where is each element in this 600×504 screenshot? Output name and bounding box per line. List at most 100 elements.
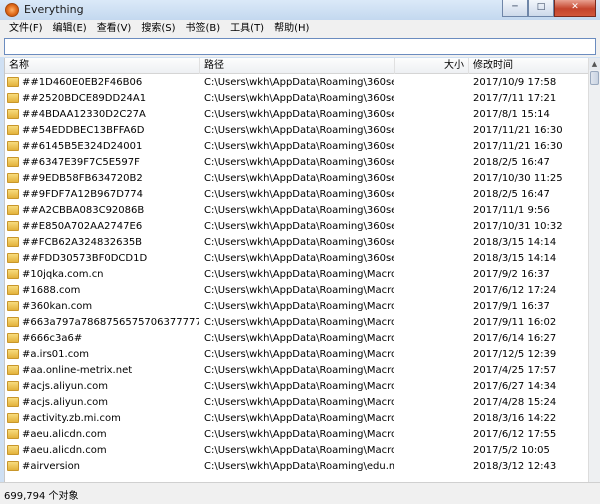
result-name-text: #aa.online-metrix.net: [22, 365, 133, 376]
result-name-text: ##9EDB58FB634720B2: [22, 173, 143, 184]
column-header: 名称 路径 大小 修改时间: [5, 58, 589, 74]
result-row[interactable]: ##2520BDCE89DD24A1 C:\Users\wkh\AppData\R…: [5, 91, 589, 107]
folder-icon: [7, 301, 19, 311]
result-modified: 2017/11/21 16:30: [473, 141, 563, 152]
result-row[interactable]: ##FCB62A324832635B C:\Users\wkh\AppData\R…: [5, 235, 589, 251]
result-row[interactable]: ##54EDDBEC13BFFA6D C:\Users\wkh\AppData\R…: [5, 123, 589, 139]
result-row[interactable]: ##9EDB58FB634720B2 C:\Users\wkh\AppData\R…: [5, 171, 589, 187]
result-modified: 2017/6/12 17:24: [473, 285, 557, 296]
result-modified: 2018/3/12 12:43: [473, 461, 557, 472]
result-modified: 2017/6/27 14:34: [473, 381, 557, 392]
result-modified: 2017/11/1 9:56: [473, 205, 550, 216]
result-name: #aeu.alicdn.com: [7, 427, 199, 443]
result-name-text: #360kan.com: [22, 301, 93, 312]
result-row[interactable]: #aeu.alicdn.com C:\Users\wkh\AppData\Roam…: [5, 427, 589, 443]
menu-search[interactable]: 搜索(S): [136, 20, 180, 37]
result-row[interactable]: #a.irs01.com C:\Users\wkh\AppData\Roaming…: [5, 347, 589, 363]
result-name-text: #663a797a78687565757063777772...: [22, 317, 199, 328]
result-modified: 2017/11/21 16:30: [473, 125, 563, 136]
result-row[interactable]: #activity.zb.mi.com C:\Users\wkh\AppData\…: [5, 411, 589, 427]
result-row[interactable]: ##E850A702AA2747E6 C:\Users\wkh\AppData\R…: [5, 219, 589, 235]
result-name-text: #airversion: [22, 461, 81, 472]
result-path: C:\Users\wkh\AppData\Roaming\360se6...: [204, 141, 394, 152]
result-row[interactable]: ##A2CBBA083C92086B C:\Users\wkh\AppData\R…: [5, 203, 589, 219]
menu-file[interactable]: 文件(F): [4, 20, 48, 37]
result-row[interactable]: ##4BDAA12330D2C27A C:\Users\wkh\AppData\R…: [5, 107, 589, 123]
folder-icon: [7, 381, 19, 391]
column-header-name[interactable]: 名称: [5, 58, 200, 74]
folder-icon: [7, 461, 19, 471]
close-button[interactable]: ✕: [554, 0, 596, 17]
result-row[interactable]: ##6145B5E324D24001 C:\Users\wkh\AppData\R…: [5, 139, 589, 155]
result-modified: 2017/9/2 16:37: [473, 269, 550, 280]
minimize-button[interactable]: ─: [502, 0, 528, 17]
result-path: C:\Users\wkh\AppData\Roaming\360se6...: [204, 109, 394, 120]
menu-tools[interactable]: 工具(T): [225, 20, 269, 37]
menu-view[interactable]: 查看(V): [92, 20, 137, 37]
result-path: C:\Users\wkh\AppData\Roaming\360se6...: [204, 205, 394, 216]
result-path: C:\Users\wkh\AppData\Roaming\Macro...: [204, 285, 394, 296]
result-row[interactable]: #663a797a78687565757063777772... C:\Users…: [5, 315, 589, 331]
result-path: C:\Users\wkh\AppData\Roaming\360se6...: [204, 189, 394, 200]
result-row[interactable]: #airversion C:\Users\wkh\AppData\Roaming\…: [5, 459, 589, 475]
vertical-scrollbar[interactable]: ▲: [588, 58, 600, 482]
result-modified: 2018/3/16 14:22: [473, 413, 557, 424]
result-modified: 2017/5/2 10:05: [473, 445, 550, 456]
result-row[interactable]: ##FDD30573BF0DCD1D C:\Users\wkh\AppData\R…: [5, 251, 589, 267]
result-row[interactable]: ##6347E39F7C5E597F C:\Users\wkh\AppData\R…: [5, 155, 589, 171]
result-row[interactable]: ##1D460E0EB2F46B06 C:\Users\wkh\AppData\R…: [5, 75, 589, 91]
folder-icon: [7, 429, 19, 439]
result-name-text: ##E850A702AA2747E6: [22, 221, 143, 232]
result-row[interactable]: #acjs.aliyun.com C:\Users\wkh\AppData\Roa…: [5, 395, 589, 411]
title-bar[interactable]: Everything ─ □ ✕: [0, 0, 600, 20]
folder-icon: [7, 333, 19, 343]
column-header-modified[interactable]: 修改时间: [469, 58, 589, 74]
result-modified: 2017/10/9 17:58: [473, 77, 557, 88]
menu-help[interactable]: 帮助(H): [269, 20, 314, 37]
results-list[interactable]: 名称 路径 大小 修改时间 ##1D460E0EB2F46B06 C:\Users…: [4, 58, 600, 482]
result-path: C:\Users\wkh\AppData\Roaming\360se6...: [204, 237, 394, 248]
folder-icon: [7, 237, 19, 247]
scroll-up-arrow-icon[interactable]: ▲: [589, 58, 600, 70]
result-row[interactable]: #360kan.com C:\Users\wkh\AppData\Roaming\…: [5, 299, 589, 315]
result-row[interactable]: #aa.online-metrix.net C:\Users\wkh\AppDat…: [5, 363, 589, 379]
result-row[interactable]: ##9FDF7A12B967D774 C:\Users\wkh\AppData\R…: [5, 187, 589, 203]
folder-icon: [7, 285, 19, 295]
status-bar: 699,794 个对象: [0, 482, 600, 504]
result-row[interactable]: #aeu.alicdn.com C:\Users\wkh\AppData\Roam…: [5, 443, 589, 459]
result-row[interactable]: #10jqka.com.cn C:\Users\wkh\AppData\Roami…: [5, 267, 589, 283]
folder-icon: [7, 445, 19, 455]
result-row[interactable]: #1688.com C:\Users\wkh\AppData\Roaming\Ma…: [5, 283, 589, 299]
result-name: ##6145B5E324D24001: [7, 139, 199, 155]
maximize-button[interactable]: □: [528, 0, 554, 17]
column-header-size[interactable]: 大小: [395, 58, 469, 74]
result-name-text: #666c3a6#: [22, 333, 83, 344]
result-modified: 2018/2/5 16:47: [473, 157, 550, 168]
result-path: C:\Users\wkh\AppData\Roaming\Macro...: [204, 413, 394, 424]
result-name-text: ##A2CBBA083C92086B: [22, 205, 145, 216]
result-name-text: ##2520BDCE89DD24A1: [22, 93, 147, 104]
window-controls: ─ □ ✕: [502, 0, 596, 18]
result-path: C:\Users\wkh\AppData\Roaming\360se6...: [204, 77, 394, 88]
window-title: Everything: [24, 3, 84, 16]
scrollbar-thumb[interactable]: [590, 71, 599, 85]
result-modified: 2017/4/28 15:24: [473, 397, 557, 408]
result-name: ##FCB62A324832635B: [7, 235, 199, 251]
search-input[interactable]: [4, 38, 596, 55]
result-modified: 2017/6/14 16:27: [473, 333, 557, 344]
menu-edit[interactable]: 编辑(E): [48, 20, 92, 37]
result-path: C:\Users\wkh\AppData\Roaming\Macro...: [204, 429, 394, 440]
menu-bookmarks[interactable]: 书签(B): [181, 20, 226, 37]
column-header-path[interactable]: 路径: [200, 58, 395, 74]
result-name-text: ##4BDAA12330D2C27A: [22, 109, 146, 120]
result-row[interactable]: #acjs.aliyun.com C:\Users\wkh\AppData\Roa…: [5, 379, 589, 395]
result-name: #663a797a78687565757063777772...: [7, 315, 199, 331]
folder-icon: [7, 125, 19, 135]
result-row[interactable]: #666c3a6# C:\Users\wkh\AppData\Roaming\Ma…: [5, 331, 589, 347]
result-name: #aeu.alicdn.com: [7, 443, 199, 459]
result-name: #1688.com: [7, 283, 199, 299]
result-name: #aa.online-metrix.net: [7, 363, 199, 379]
folder-icon: [7, 365, 19, 375]
result-modified: 2018/3/15 14:14: [473, 237, 557, 248]
result-name-text: ##9FDF7A12B967D774: [22, 189, 143, 200]
